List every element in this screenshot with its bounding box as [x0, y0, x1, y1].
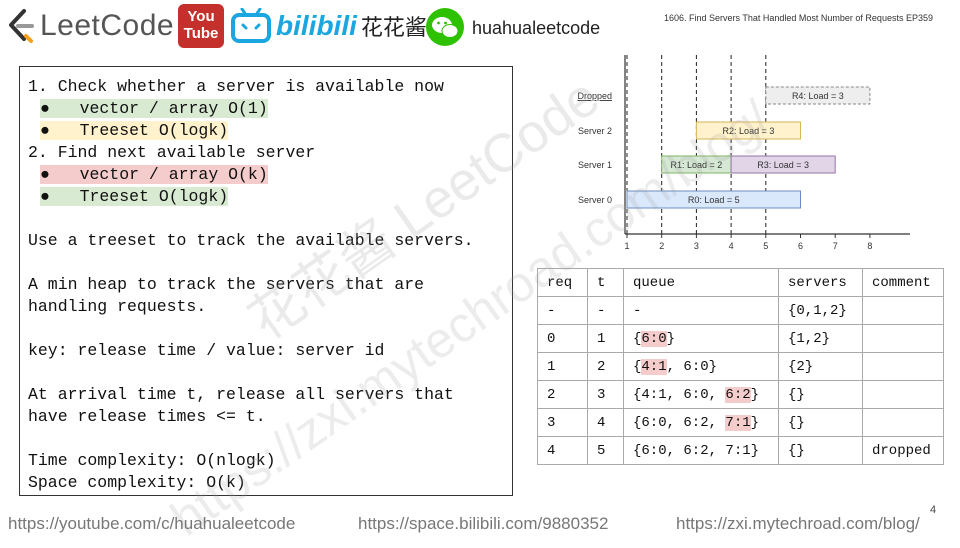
table-cell-servers: {}	[778, 380, 863, 409]
timeline-tick-label: 3	[694, 241, 699, 251]
note-line: handling requests.	[28, 297, 207, 316]
channel-handle: huahualeetcode	[472, 18, 601, 38]
table-cell-servers: {0,1,2}	[778, 296, 863, 325]
table-header-cell: comment	[862, 268, 944, 297]
timeline-bar-label: R0: Load = 5	[688, 195, 740, 205]
timeline-tick-label: 4	[729, 241, 734, 251]
table-cell-t: 5	[587, 436, 624, 465]
table-cell-comment	[862, 408, 944, 437]
table-cell-comment	[862, 380, 944, 409]
table-header-row: req t queue servers comment	[537, 268, 944, 297]
table-cell-comment: dropped	[862, 436, 944, 465]
note-bullet: ● vector / array O(k)	[40, 165, 268, 184]
table-row: 1 2 {4:1, 6:0} {2}	[537, 352, 944, 381]
table-row: 2 3 {4:1, 6:0, 6:2}{}	[537, 380, 944, 409]
timeline-tick-label: 6	[798, 241, 803, 251]
table-cell-req: 4	[537, 436, 588, 465]
table-body: - - - {0,1,2} 0 1 {6:0} {1,2} 1 2 {4:1, 6:0} {2} 2 3{…	[537, 296, 944, 465]
table-cell-req: 0	[537, 324, 588, 353]
timeline-bar-label: R4: Load = 3	[792, 91, 844, 101]
table-cell-comment	[862, 324, 944, 353]
table-row: - - - {0,1,2}	[537, 296, 944, 325]
bilibili-logo: bilibili 花花酱	[230, 8, 427, 44]
table-cell-req: 1	[537, 352, 588, 381]
table-cell-queue: {6:0, 6:2, 7:1}	[623, 436, 779, 465]
youtube-bottom-text: Tube	[183, 25, 219, 42]
youtube-top-text: You	[187, 8, 215, 25]
timeline-tick-label: 8	[867, 241, 872, 251]
leetcode-brand: LeetCode	[40, 9, 175, 42]
note-line: 1. Check whether a server is available n…	[28, 77, 444, 96]
table-header-cell: servers	[778, 268, 863, 297]
note-line: have release times <= t.	[28, 407, 266, 426]
table-cell-queue: {6:0, 6:2, 7:1}	[623, 408, 779, 437]
table-cell-t: 3	[587, 380, 624, 409]
youtube-logo: You Tube	[178, 4, 224, 48]
note-line: key: release time / value: server id	[28, 341, 385, 360]
queue-text: {6:0, 6:2,	[633, 414, 726, 431]
chinese-name: 花花酱	[360, 15, 427, 40]
bilibili-brand: bilibili	[276, 10, 357, 41]
queue-new-entry: 6:2	[725, 386, 751, 403]
timeline-tick-label: 5	[763, 241, 768, 251]
queue-text: , 6:0}	[666, 358, 718, 375]
table-cell-t: 1	[587, 324, 624, 353]
table-cell-queue: {4:1, 6:0}	[623, 352, 779, 381]
table-cell-servers: {1,2}	[778, 324, 863, 353]
queue-new-entry: 7:1	[725, 414, 751, 431]
simulation-table: req t queue servers comment - - - {0,1,2} 0 1 {6:0…	[537, 268, 944, 465]
table-row: 0 1 {6:0} {1,2}	[537, 324, 944, 353]
table-cell-t: 2	[587, 352, 624, 381]
bilibili-tv-icon	[231, 8, 271, 43]
queue-text: {4:1, 6:0,	[633, 386, 726, 403]
table-cell-servers: {}	[778, 436, 863, 465]
timeline-row-label: Server 1	[578, 160, 612, 170]
wechat-icon	[426, 8, 464, 46]
table-header-cell: queue	[623, 268, 779, 297]
note-bullet: ● Treeset O(logk)	[40, 187, 229, 206]
table-cell-comment	[862, 352, 944, 381]
queue-text: }	[666, 330, 676, 347]
note-line: 2. Find next available server	[28, 143, 316, 162]
table-cell-queue: -	[623, 296, 779, 325]
leetcode-logo: LeetCode	[6, 8, 174, 44]
queue-text: }	[750, 386, 760, 403]
table-cell-servers: {2}	[778, 352, 863, 381]
timeline-bar-label: R3: Load = 3	[757, 160, 809, 170]
table-header-cell: t	[587, 268, 624, 297]
footer-bilibili-link[interactable]: https://space.bilibili.com/9880352	[358, 514, 608, 534]
queue-text: -	[633, 302, 642, 319]
timeline-tick-label: 7	[833, 241, 838, 251]
page-number: 4	[930, 504, 937, 516]
queue-new-entry: 4:1	[641, 358, 667, 375]
table-cell-t: 4	[587, 408, 624, 437]
table-cell-req: 3	[537, 408, 588, 437]
table-cell-comment	[862, 296, 944, 325]
footer-blog-link[interactable]: https://zxi.mytechroad.com/blog/	[676, 514, 920, 534]
note-bullet: ● vector / array O(1)	[40, 99, 268, 118]
table-cell-queue: {4:1, 6:0, 6:2}	[623, 380, 779, 409]
table-cell-queue: {6:0}	[623, 324, 779, 353]
queue-text: }	[750, 414, 760, 431]
queue-new-entry: 6:0	[641, 330, 667, 347]
note-bullet: ● Treeset O(logk)	[40, 121, 229, 140]
table-cell-t: -	[587, 296, 624, 325]
timeline-tick-label: 2	[659, 241, 664, 251]
table-cell-servers: {}	[778, 408, 863, 437]
leetcode-icon	[9, 9, 34, 43]
table-row: 3 4 {6:0, 6:2, 7:1}{}	[537, 408, 944, 437]
footer-youtube-link[interactable]: https://youtube.com/c/huahualeetcode	[8, 514, 295, 534]
episode-title: 1606. Find Servers That Handled Most Num…	[664, 13, 933, 23]
table-cell-req: 2	[537, 380, 588, 409]
queue-text: {6:0, 6:2, 7:1}	[633, 442, 760, 459]
table-row: 4 5 {6:0, 6:2, 7:1} {} dropped	[537, 436, 944, 465]
